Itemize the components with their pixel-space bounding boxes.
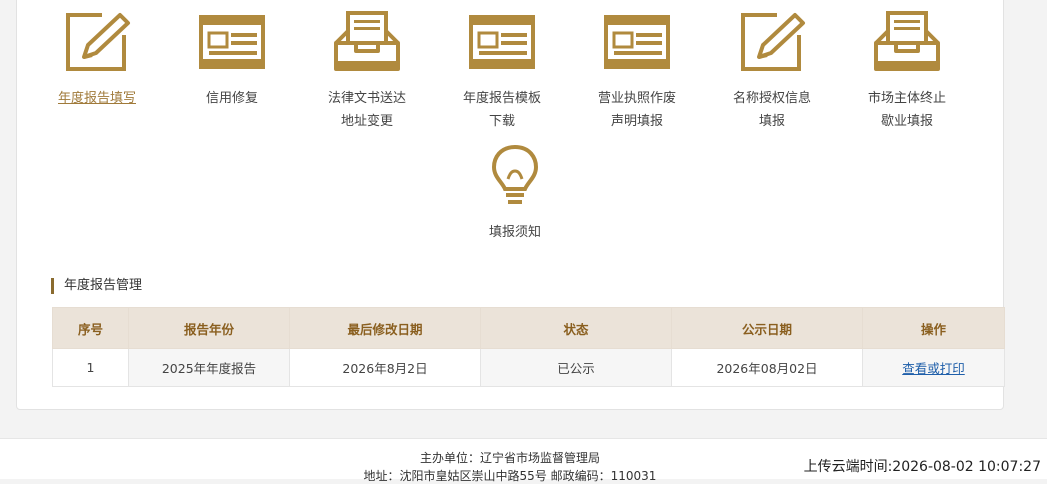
menu-item-termination-suspension[interactable]: 市场主体终止 歇业填报 bbox=[842, 9, 972, 133]
inbox-tray-icon bbox=[874, 11, 940, 71]
column-header: 最后修改日期 bbox=[289, 307, 481, 349]
menu-label[interactable]: 年度报告模板 下载 bbox=[437, 87, 567, 133]
section-title: 年度报告管理 bbox=[51, 278, 142, 294]
annual-report-table: 序号 报告年份 最后修改日期 状态 公示日期 操作 1 2025年年度报告 20… bbox=[52, 307, 1005, 387]
column-header: 操作 bbox=[862, 307, 1005, 349]
upload-time: 上传云端时间:2026-08-02 10:07:27 bbox=[803, 459, 1041, 475]
column-header: 报告年份 bbox=[128, 307, 290, 349]
menu-label[interactable]: 名称授权信息 填报 bbox=[707, 87, 837, 133]
menu-label[interactable]: 填报须知 bbox=[450, 221, 580, 244]
menu-item-legal-address-change[interactable]: 法律文书送达 地址变更 bbox=[302, 9, 432, 133]
menu-label[interactable]: 年度报告填写 bbox=[32, 87, 162, 110]
menu-label[interactable]: 市场主体终止 歇业填报 bbox=[842, 87, 972, 133]
lightbulb-icon bbox=[491, 144, 539, 204]
table-header-row: 序号 报告年份 最后修改日期 状态 公示日期 操作 bbox=[52, 307, 1005, 349]
menu-label[interactable]: 营业执照作废 声明填报 bbox=[572, 87, 702, 133]
window-form-icon bbox=[469, 15, 535, 69]
menu-item-credit-repair[interactable]: 信用修复 bbox=[167, 9, 297, 110]
column-header: 序号 bbox=[52, 307, 129, 349]
inbox-tray-icon bbox=[334, 11, 400, 71]
main-card: 年度报告填写 信用修复 法律文书送达 地址变更 年度报告模板 下载 营业执照作废… bbox=[16, 0, 1005, 410]
cell-no: 1 bbox=[52, 348, 129, 387]
window-form-icon bbox=[604, 15, 670, 69]
column-header: 状态 bbox=[480, 307, 672, 349]
menu-item-license-void-statement[interactable]: 营业执照作废 声明填报 bbox=[572, 9, 702, 133]
menu-label[interactable]: 信用修复 bbox=[167, 87, 297, 110]
menu-item-annual-report-fill[interactable]: 年度报告填写 bbox=[32, 9, 162, 110]
menu-item-filing-notice[interactable]: 填报须知 bbox=[450, 143, 580, 244]
cell-modified: 2026年8月2日 bbox=[289, 348, 481, 387]
menu-item-template-download[interactable]: 年度报告模板 下载 bbox=[437, 9, 567, 133]
edit-icon bbox=[66, 13, 130, 71]
menu-label[interactable]: 法律文书送达 地址变更 bbox=[302, 87, 432, 133]
cell-published: 2026年08月02日 bbox=[671, 348, 863, 387]
menu-item-name-authorization[interactable]: 名称授权信息 填报 bbox=[707, 9, 837, 133]
window-form-icon bbox=[199, 15, 265, 69]
column-header: 公示日期 bbox=[671, 307, 863, 349]
cell-year: 2025年年度报告 bbox=[128, 348, 290, 387]
edit-icon bbox=[741, 13, 805, 71]
cell-status: 已公示 bbox=[480, 348, 672, 387]
table-row: 1 2025年年度报告 2026年8月2日 已公示 2026年08月02日 查看… bbox=[52, 348, 1005, 387]
cell-action: 查看或打印 bbox=[862, 348, 1005, 387]
view-or-print-link[interactable]: 查看或打印 bbox=[902, 361, 965, 376]
